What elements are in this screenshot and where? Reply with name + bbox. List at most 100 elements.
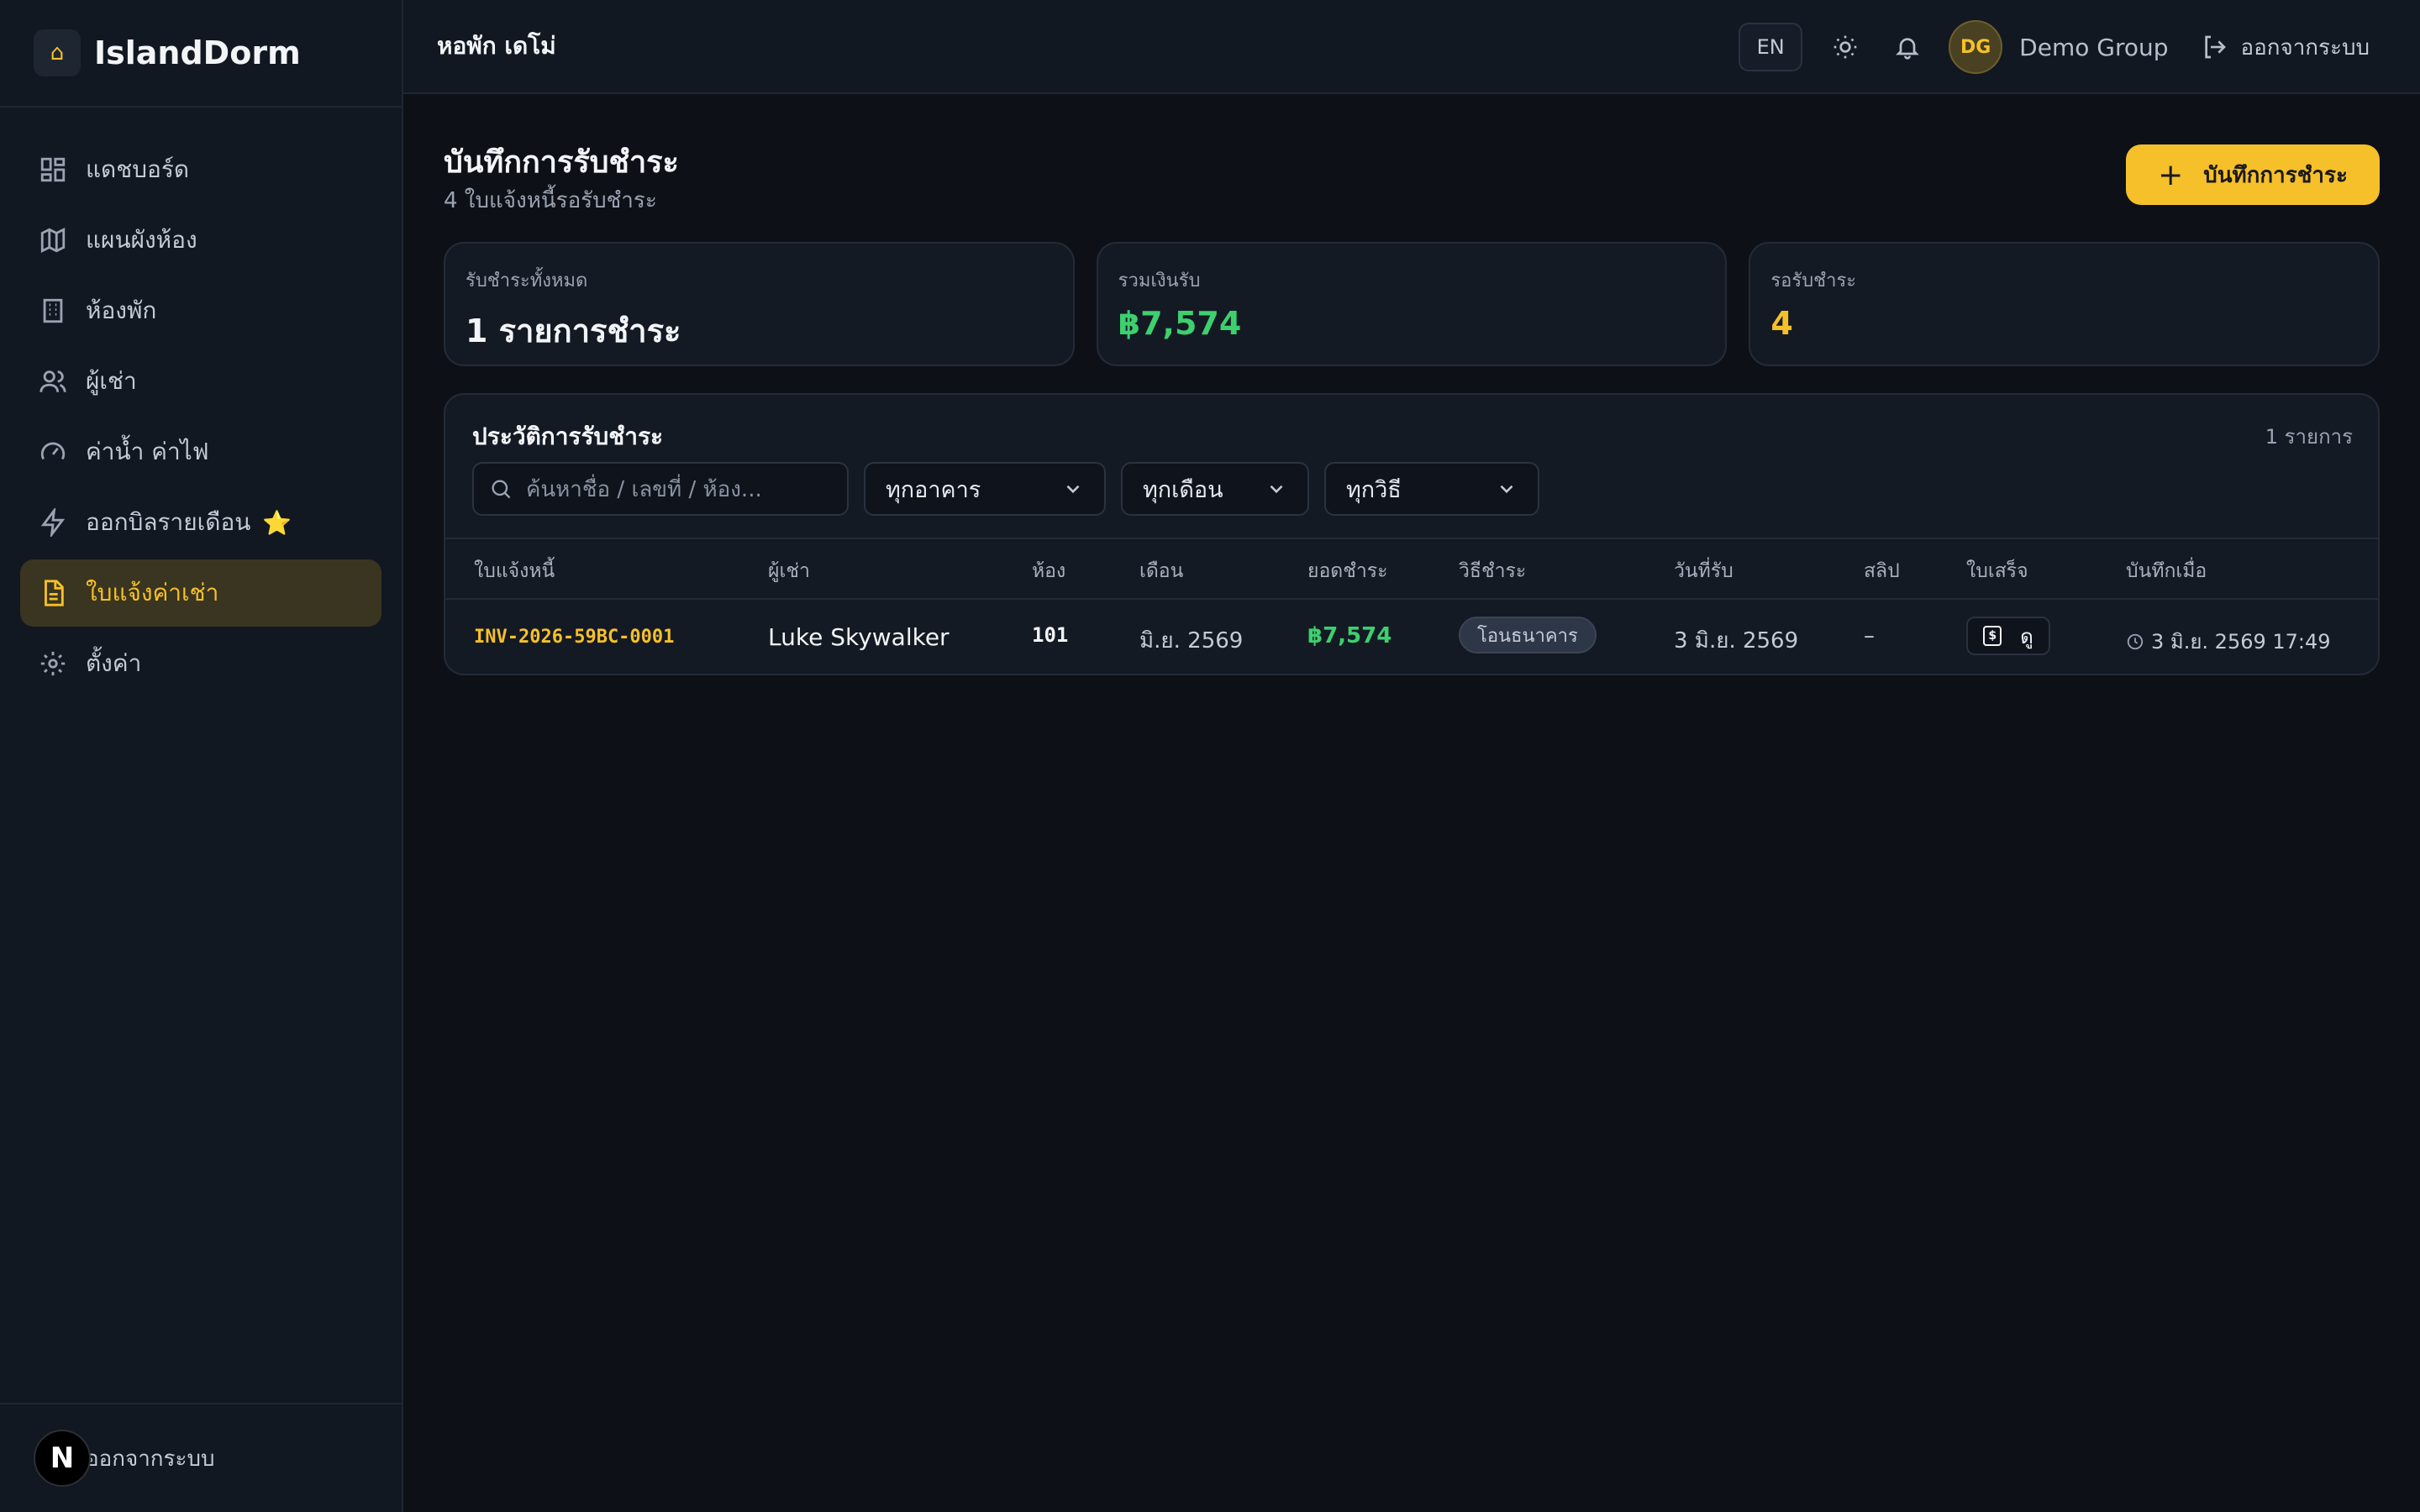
stats-row: รับชำระทั้งหมด 1 รายการชำระ รวมเงินรับ ฿… bbox=[444, 242, 2381, 366]
receipt-icon: $ bbox=[1983, 626, 2002, 646]
panel-title: ประวัติการรับชำระ bbox=[472, 423, 664, 450]
users-icon bbox=[39, 367, 67, 396]
chevron-down-icon bbox=[1270, 485, 1283, 494]
stat-card-total-received: รวมเงินรับ ฿7,574 bbox=[1096, 242, 1728, 366]
column-header-slip[interactable]: สลิป bbox=[1864, 556, 1900, 586]
app-root: ⌂ IslandDorm แดชบอร์ด แผนผังห้อง ห้องพัก… bbox=[0, 0, 2420, 1512]
column-header-amount[interactable]: ยอดชำระ bbox=[1307, 556, 1387, 586]
sidebar: ⌂ IslandDorm แดชบอร์ด แผนผังห้อง ห้องพัก… bbox=[0, 0, 403, 1512]
search-input[interactable]: ค้นหาชื่อ / เลขที่ / ห้อง... bbox=[472, 462, 849, 516]
method-filter-select[interactable]: ทุกวิธี bbox=[1324, 462, 1539, 516]
column-header-tenant[interactable]: ผู้เช่า bbox=[768, 556, 810, 586]
theme-toggle-button[interactable] bbox=[1824, 26, 1866, 68]
logout-label: ออกจากระบบ bbox=[2240, 34, 2370, 60]
sidebar-item-label: แดชบอร์ด bbox=[86, 155, 190, 183]
sidebar-item-floor-plan[interactable]: แผนผังห้อง bbox=[20, 207, 381, 274]
sidebar-item-settings[interactable]: ตั้งค่า bbox=[20, 630, 381, 697]
main-content: บันทึกการรับชำระ 4 ใบแจ้งหนี้รอรับชำระ +… bbox=[444, 94, 2381, 675]
search-icon bbox=[492, 480, 511, 499]
select-value: ทุกวิธี bbox=[1346, 476, 1402, 503]
sidebar-item-label: ค่าน้ำ ค่าไฟ bbox=[86, 438, 209, 465]
star-icon: ⭐ bbox=[262, 508, 292, 537]
recorded-at: 3 มิ.ย. 2569 17:49 bbox=[2126, 625, 2331, 658]
plus-icon: + bbox=[2158, 157, 2184, 192]
sidebar-item-utilities[interactable]: ค่าน้ำ ค่าไฟ bbox=[20, 418, 381, 486]
brand[interactable]: ⌂ IslandDorm bbox=[0, 0, 402, 108]
payment-amount: ฿7,574 bbox=[1307, 623, 1392, 648]
slip-value: – bbox=[1864, 623, 1875, 648]
sidebar-item-tenants[interactable]: ผู้เช่า bbox=[20, 348, 381, 415]
avatar[interactable]: DG bbox=[1949, 20, 2003, 74]
view-receipt-button[interactable]: $ ดู bbox=[1966, 617, 2050, 655]
stat-value: 4 bbox=[1770, 305, 1793, 342]
gauge-icon bbox=[39, 438, 67, 466]
column-header-method[interactable]: วิธีชำระ bbox=[1459, 556, 1526, 586]
house-icon: ⌂ bbox=[34, 29, 81, 76]
stat-label: รวมเงินรับ bbox=[1118, 270, 1201, 291]
notifications-button[interactable] bbox=[1886, 26, 1928, 68]
record-payment-button[interactable]: + บันทึกการชำระ bbox=[2126, 144, 2380, 205]
tenant-name: Luke Skywalker bbox=[768, 623, 950, 651]
stat-value: 1 รายการชำระ bbox=[466, 312, 681, 349]
column-header-room[interactable]: ห้อง bbox=[1032, 556, 1065, 586]
select-value: ทุกเดือน bbox=[1143, 476, 1223, 503]
billing-month: มิ.ย. 2569 bbox=[1139, 628, 1244, 654]
stat-card-total-payments: รับชำระทั้งหมด 1 รายการชำระ bbox=[444, 242, 1075, 366]
building-icon bbox=[39, 297, 67, 325]
user-name[interactable]: Demo Group bbox=[2019, 34, 2168, 61]
n-logo-badge[interactable]: N bbox=[34, 1430, 91, 1487]
received-date: 3 มิ.ย. 2569 bbox=[1674, 628, 1799, 654]
stat-label: รับชำระทั้งหมด bbox=[466, 270, 588, 291]
top-bar: หอพัก เดโม่ EN DG Demo Group ออกจากระบบ bbox=[403, 0, 2420, 94]
logout-button[interactable]: ออกจากระบบ bbox=[2201, 30, 2370, 65]
table-row[interactable]: INV-2026-59BC-0001 Luke Skywalker 101 มิ… bbox=[445, 600, 2378, 675]
bell-icon bbox=[1896, 38, 1920, 60]
column-header-recorded-at[interactable]: บันทึกเมื่อ bbox=[2126, 556, 2207, 586]
sidebar-item-label: ห้องพัก bbox=[86, 297, 157, 324]
stat-value: ฿7,574 bbox=[1118, 305, 1242, 342]
month-filter-select[interactable]: ทุกเดือน bbox=[1121, 462, 1309, 516]
payment-history-panel: ประวัติการรับชำระ 1 รายการ ค้นหาชื่อ / เ… bbox=[444, 393, 2380, 675]
sidebar-item-label: แผนผังห้อง bbox=[86, 226, 197, 254]
sidebar-item-dashboard[interactable]: แดชบอร์ด bbox=[20, 136, 381, 203]
select-value: ทุกอาคาร bbox=[886, 476, 981, 503]
record-count: 1 รายการ bbox=[2265, 425, 2353, 449]
search-placeholder: ค้นหาชื่อ / เลขที่ / ห้อง... bbox=[526, 476, 762, 502]
column-header-receipt[interactable]: ใบเสร็จ bbox=[1966, 556, 2028, 586]
sidebar-item-rent-invoices[interactable]: ใบแจ้งค่าเช่า bbox=[20, 559, 381, 627]
logout-icon bbox=[2204, 35, 2226, 59]
dorm-name: หอพัก เดโม่ bbox=[437, 32, 556, 60]
invoice-number[interactable]: INV-2026-59BC-0001 bbox=[474, 627, 674, 648]
filters: ค้นหาชื่อ / เลขที่ / ห้อง... ทุกอาคาร ทุ… bbox=[472, 462, 1539, 516]
column-header-invoice[interactable]: ใบแจ้งหนี้ bbox=[474, 556, 555, 586]
language-toggle-button[interactable]: EN bbox=[1739, 23, 1803, 71]
page-title: บันทึกการรับชำระ bbox=[444, 145, 679, 180]
view-receipt-label: ดู bbox=[2020, 624, 2033, 648]
table-header: ใบแจ้งหนี้ ผู้เช่า ห้อง เดือน ยอดชำระ วิ… bbox=[445, 538, 2378, 600]
document-icon bbox=[39, 579, 67, 607]
sidebar-item-label: ใบแจ้งค่าเช่า bbox=[86, 579, 219, 606]
sidebar-item-monthly-billing[interactable]: ออกบิลรายเดือน ⭐ bbox=[20, 489, 381, 556]
column-header-month[interactable]: เดือน bbox=[1139, 556, 1183, 586]
stat-card-pending: รอรับชำระ 4 bbox=[1749, 242, 2381, 366]
payments-table: ใบแจ้งหนี้ ผู้เช่า ห้อง เดือน ยอดชำระ วิ… bbox=[445, 538, 2378, 675]
gear-icon bbox=[39, 649, 67, 678]
stat-label: รอรับชำระ bbox=[1770, 270, 1857, 291]
map-icon bbox=[39, 226, 67, 255]
top-bar-actions: EN DG Demo Group ออกจากระบบ bbox=[1739, 0, 2370, 94]
recorded-at-text: 3 มิ.ย. 2569 17:49 bbox=[2151, 630, 2331, 654]
sidebar-item-rooms[interactable]: ห้องพัก bbox=[20, 277, 381, 344]
page-subtitle: 4 ใบแจ้งหนี้รอรับชำระ bbox=[444, 188, 657, 213]
sidebar-nav: แดชบอร์ด แผนผังห้อง ห้องพัก ผู้เช่า ค่าน… bbox=[0, 108, 402, 697]
building-filter-select[interactable]: ทุกอาคาร bbox=[864, 462, 1106, 516]
chevron-down-icon bbox=[1500, 485, 1513, 494]
room-number: 101 bbox=[1032, 623, 1069, 647]
sidebar-item-label: ตั้งค่า bbox=[86, 649, 142, 677]
sidebar-footer: N ออกจากระบบ bbox=[0, 1403, 402, 1512]
clock-icon bbox=[2127, 633, 2144, 649]
brand-name: IslandDorm bbox=[94, 34, 301, 71]
sidebar-logout-button[interactable]: ออกจากระบบ bbox=[86, 1441, 215, 1476]
chevron-down-icon bbox=[1066, 485, 1080, 494]
column-header-received-date[interactable]: วันที่รับ bbox=[1674, 556, 1733, 586]
sidebar-item-label: ออกบิลรายเดือน bbox=[86, 508, 251, 536]
